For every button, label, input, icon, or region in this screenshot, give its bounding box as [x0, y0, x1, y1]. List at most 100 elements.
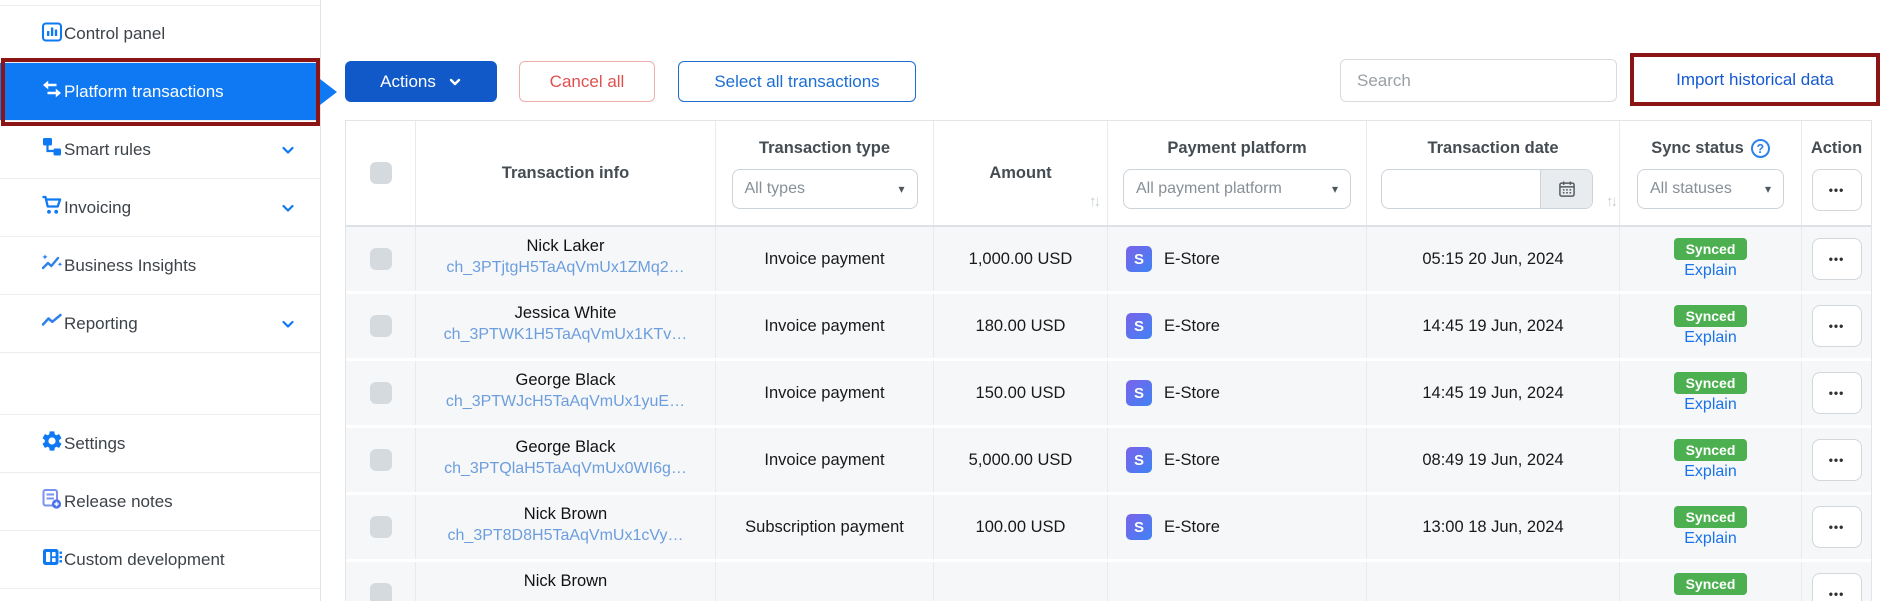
cell-transaction-info: George Black ch_3PTWJcH5TaAqVmUx1yuE… [416, 361, 716, 425]
explain-link[interactable]: Explain [1684, 463, 1736, 481]
transaction-id-link[interactable]: ch_3PTWK1H5TaAqVmUx1KTv… [444, 326, 688, 344]
row-checkbox[interactable] [369, 449, 392, 471]
select-all-transactions-button[interactable]: Select all transactions [678, 61, 916, 102]
row-checkbox[interactable] [369, 382, 392, 404]
sidebar-item-settings[interactable]: Settings [0, 415, 320, 473]
cell-action: ••• [1802, 428, 1871, 492]
sidebar-item-control-panel[interactable]: Control panel [0, 5, 320, 63]
transaction-id-link[interactable]: ch_3PTjtgH5TaAqVmUx1ZMq2… [446, 259, 684, 277]
transaction-id-link[interactable]: ch_3PTQlaH5TaAqVmUx0WI6g… [444, 460, 687, 478]
sidebar-item-release-notes[interactable]: Release notes [0, 473, 320, 531]
cell-transaction-type: Invoice payment [716, 294, 934, 358]
cell-transaction-date: 05:15 20 Jun, 2024 [1367, 227, 1620, 291]
header-cell-transaction-info: Transaction info [416, 121, 716, 225]
cell-select [346, 562, 416, 601]
explain-link[interactable]: Explain [1684, 530, 1736, 548]
select-all-checkbox[interactable] [369, 162, 392, 184]
search-input[interactable] [1340, 59, 1617, 102]
status-badge: Synced [1673, 506, 1748, 528]
header-cell-sync-status: Sync status ? All statuses ▾ [1620, 121, 1802, 225]
explain-link[interactable]: Explain [1684, 329, 1736, 347]
cell-transaction-info: Nick Brown ch_3PT8D8H5TaAqVmUx1cVy… [416, 495, 716, 559]
sidebar-item-label: Control panel [64, 24, 166, 43]
payment-platform-filter[interactable]: All payment platform ▾ [1123, 169, 1351, 209]
explain-link[interactable]: Explain [1684, 262, 1736, 280]
row-actions-button[interactable]: ••• [1811, 506, 1862, 548]
sort-icon[interactable]: ↑↓ [1089, 193, 1101, 210]
cell-amount: 5,000.00 USD [934, 428, 1108, 492]
cell-transaction-type [716, 562, 934, 601]
selected-value: All statuses [1650, 180, 1732, 197]
customer-name: Nick Brown [523, 505, 608, 523]
date-input[interactable] [1382, 170, 1540, 208]
header-cell-transaction-date: Transaction date ↑↓ [1367, 121, 1620, 225]
actions-button[interactable]: Actions [345, 61, 497, 102]
status-badge: Synced [1673, 372, 1748, 394]
cell-select [346, 428, 416, 492]
import-historical-data-link[interactable]: Import historical data [1676, 70, 1834, 90]
control-panel-icon [40, 20, 64, 49]
explain-link[interactable]: Explain [1684, 396, 1736, 414]
business-insights-icon [40, 251, 64, 280]
sidebar-item-invoicing[interactable]: Invoicing [0, 179, 320, 237]
header-cell-amount: Amount ↑↓ [934, 121, 1108, 225]
sidebar-spacer [0, 353, 320, 415]
customer-name: Jessica White [514, 304, 617, 322]
cell-select [346, 361, 416, 425]
sort-icon[interactable]: ↑↓ [1606, 193, 1618, 210]
cell-transaction-date: 14:45 19 Jun, 2024 [1367, 361, 1620, 425]
transaction-id-link[interactable]: ch_3PT8D8H5TaAqVmUx1cVy… [448, 527, 684, 545]
sidebar-item-platform-transactions[interactable]: Platform transactions [0, 63, 320, 121]
row-actions-button[interactable]: ••• [1811, 238, 1862, 280]
transaction-type-filter[interactable]: All types ▾ [731, 169, 918, 209]
row-actions-button[interactable]: ••• [1811, 372, 1862, 414]
header-cell-select [346, 121, 416, 225]
row-checkbox[interactable] [369, 583, 392, 601]
row-checkbox[interactable] [369, 315, 392, 337]
row-actions-button[interactable]: ••• [1811, 439, 1862, 481]
platform-name: E-Store [1164, 249, 1220, 268]
cell-transaction-type: Invoice payment [716, 227, 934, 291]
cell-payment-platform: S E-Store [1108, 495, 1367, 559]
row-actions-button[interactable]: ••• [1811, 305, 1862, 347]
column-label: Sync status ? [1651, 139, 1770, 158]
gear-icon [40, 429, 64, 458]
selected-value: All types [744, 180, 805, 197]
table-row: George Black ch_3PTWJcH5TaAqVmUx1yuE… In… [346, 361, 1871, 428]
cell-action: ••• [1802, 495, 1871, 559]
customer-name: George Black [515, 438, 616, 456]
sidebar: Control panel Platform transactions Smar… [0, 0, 321, 601]
header-cell-action: Action ••• [1802, 121, 1871, 225]
sidebar-item-reporting[interactable]: Reporting [0, 295, 320, 353]
sync-status-filter[interactable]: All statuses ▾ [1637, 169, 1784, 209]
sidebar-item-label: Release notes [64, 491, 173, 511]
sidebar-item-label: Custom development [64, 549, 225, 569]
active-item-pointer [320, 79, 337, 105]
platform-name: E-Store [1164, 450, 1220, 469]
cell-sync-status: Synced [1620, 562, 1802, 601]
cancel-all-button[interactable]: Cancel all [519, 61, 655, 102]
help-icon[interactable]: ? [1750, 139, 1770, 158]
chevron-down-icon [280, 316, 296, 332]
sidebar-item-smart-rules[interactable]: Smart rules [0, 121, 320, 179]
row-checkbox[interactable] [369, 516, 392, 538]
calendar-button[interactable] [1540, 170, 1592, 208]
table-row: Nick Brown ch_3PT8D8H5TaAqVmUx1cVy… Subs… [346, 495, 1871, 562]
sidebar-item-custom-development[interactable]: Custom development [0, 531, 320, 589]
cell-select [346, 227, 416, 291]
transaction-id-link[interactable]: ch_3PTWJcH5TaAqVmUx1yuE… [446, 393, 685, 411]
cell-select [346, 495, 416, 559]
sidebar-item-business-insights[interactable]: Business Insights [0, 237, 320, 295]
platform-name: E-Store [1164, 316, 1220, 335]
cell-action: ••• [1802, 361, 1871, 425]
sidebar-item-label: Settings [64, 433, 126, 453]
column-actions-button[interactable]: ••• [1811, 169, 1862, 211]
actions-button-label: Actions [380, 71, 436, 91]
row-checkbox[interactable] [369, 248, 392, 270]
cell-payment-platform: S E-Store [1108, 361, 1367, 425]
cell-select [346, 294, 416, 358]
table-header-row: Transaction info Transaction type All ty… [346, 121, 1871, 227]
caret-down-icon: ▾ [898, 182, 905, 196]
row-actions-button[interactable]: ••• [1811, 573, 1862, 601]
transactions-table: Transaction info Transaction type All ty… [345, 120, 1872, 601]
